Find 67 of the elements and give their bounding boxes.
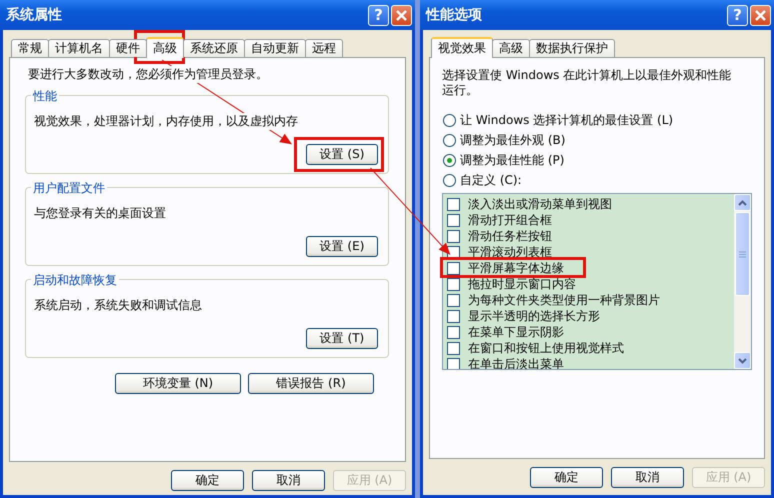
radio-button[interactable] xyxy=(443,114,456,126)
cancel-button[interactable]: 取消 xyxy=(252,470,325,491)
group-description: 与您登录有关的桌面设置 xyxy=(34,205,166,222)
effect-label[interactable]: 在窗口和按钮上使用视觉样式 xyxy=(468,340,624,356)
ok-button[interactable]: 确定 xyxy=(171,470,244,491)
radio-option[interactable]: 自定义 (C): xyxy=(443,170,752,190)
window-title: 性能选项 xyxy=(426,6,483,24)
checkbox[interactable] xyxy=(447,342,460,354)
settings-button[interactable]: 设置 (S) xyxy=(306,144,378,165)
tab[interactable]: 视觉效果 xyxy=(431,37,493,58)
checkbox[interactable] xyxy=(447,262,460,274)
tab[interactable]: 高级 xyxy=(492,39,530,57)
description-text: 选择设置使 Windows 在此计算机上以最佳外观和性能运行。 xyxy=(442,68,732,98)
scroll-up-icon[interactable] xyxy=(734,194,751,211)
effect-label[interactable]: 为每种文件夹类型使用一种背景图片 xyxy=(468,292,660,308)
effect-label[interactable]: 拖拉时显示窗口内容 xyxy=(468,276,576,292)
effect-label[interactable]: 在单击后淡出菜单 xyxy=(468,356,564,369)
radio-button[interactable] xyxy=(443,134,456,146)
help-button[interactable]: ? xyxy=(727,4,748,26)
radio-option[interactable]: 让 Windows 选择计算机的最佳设置 (L) xyxy=(443,110,752,130)
radio-option[interactable]: 调整为最佳性能 (P) xyxy=(443,150,752,170)
ok-button[interactable]: 确定 xyxy=(530,467,603,488)
radio-button[interactable] xyxy=(443,174,456,186)
group-title: 用户配置文件 xyxy=(31,180,107,197)
close-icon xyxy=(754,8,767,22)
effect-label[interactable]: 滑动任务栏按钮 xyxy=(468,228,552,244)
checkbox[interactable] xyxy=(447,358,460,369)
effect-label[interactable]: 在菜单下显示阴影 xyxy=(468,324,564,340)
dialog-button[interactable]: 环境变量 (N) xyxy=(115,373,241,394)
scroll-thumb[interactable] xyxy=(735,212,750,296)
scrollbar[interactable] xyxy=(734,194,751,369)
checkbox[interactable] xyxy=(447,310,460,322)
scroll-down-icon[interactable] xyxy=(734,352,751,369)
close-icon xyxy=(395,8,408,22)
checkbox[interactable] xyxy=(447,230,460,242)
effect-label[interactable]: 显示半透明的选择长方形 xyxy=(468,308,600,324)
radio-button[interactable] xyxy=(443,154,456,166)
tab[interactable]: 自动更新 xyxy=(244,39,306,57)
help-button[interactable]: ? xyxy=(368,4,389,26)
checkbox[interactable] xyxy=(447,294,460,306)
checkbox[interactable] xyxy=(447,326,460,338)
checkbox[interactable] xyxy=(447,214,460,226)
settings-button[interactable]: 设置 (E) xyxy=(306,236,378,257)
tab[interactable]: 计算机名 xyxy=(48,39,110,57)
effect-label[interactable]: 滑动打开组合框 xyxy=(468,212,552,228)
group-description: 视觉效果，处理器计划，内存使用，以及虚拟内存 xyxy=(34,113,298,130)
close-button[interactable] xyxy=(750,4,771,26)
cancel-button[interactable]: 取消 xyxy=(611,467,684,488)
tab[interactable]: 远程 xyxy=(305,39,343,57)
close-button[interactable] xyxy=(391,4,412,26)
dialog-button[interactable]: 错误报告 (R) xyxy=(248,373,374,394)
tab[interactable]: 高级 xyxy=(146,37,184,58)
checkbox[interactable] xyxy=(447,198,460,210)
tab[interactable]: 常规 xyxy=(11,39,49,57)
tab[interactable]: 硬件 xyxy=(109,39,147,57)
group-title: 性能 xyxy=(31,88,59,105)
group-title: 启动和故障恢复 xyxy=(31,272,119,289)
settings-button[interactable]: 设置 (T) xyxy=(306,328,378,349)
group-description: 系统启动，系统失败和调试信息 xyxy=(34,297,202,314)
effect-label[interactable]: 平滑屏幕字体边缘 xyxy=(468,260,564,276)
window-title: 系统属性 xyxy=(6,6,63,24)
tab[interactable]: 数据执行保护 xyxy=(529,39,615,57)
effect-label[interactable]: 平滑滚动列表框 xyxy=(468,244,552,260)
tab[interactable]: 系统还原 xyxy=(183,39,245,57)
radio-option[interactable]: 调整为最佳外观 (B) xyxy=(443,130,752,150)
effect-label[interactable]: 淡入淡出或滑动菜单到视图 xyxy=(468,196,612,212)
checkbox[interactable] xyxy=(447,278,460,290)
